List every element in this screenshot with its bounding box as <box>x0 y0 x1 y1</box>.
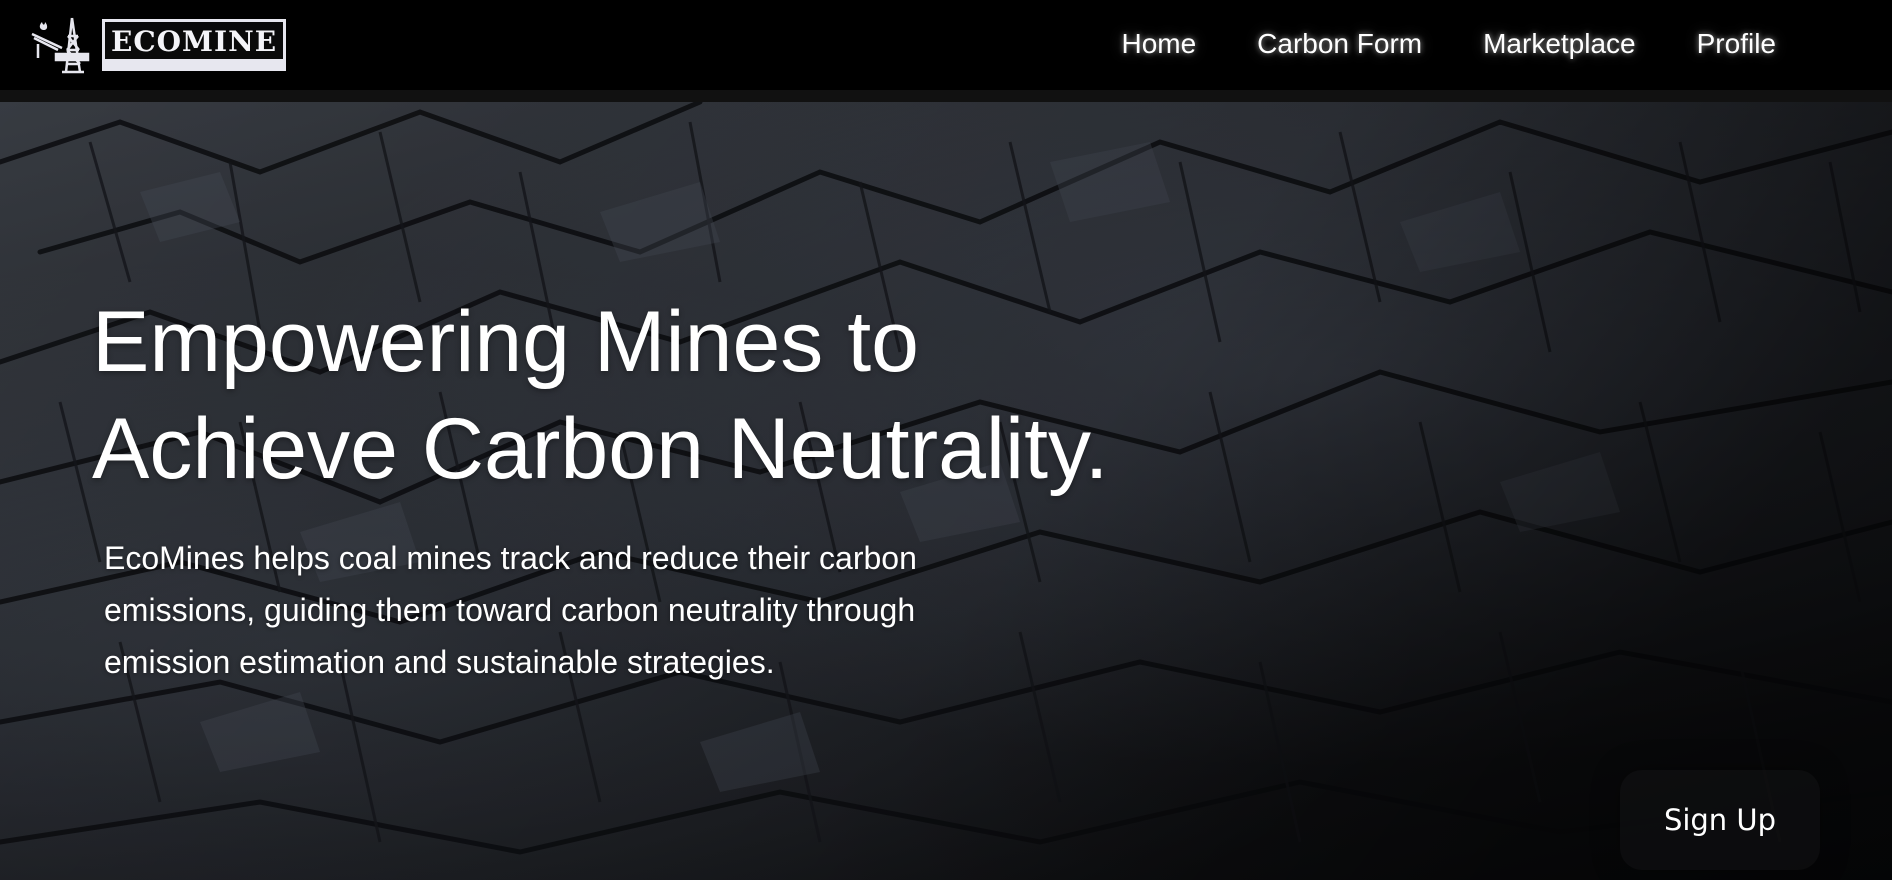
oil-rig-icon <box>31 17 90 74</box>
brand-name: ECOMINE <box>102 19 287 71</box>
nav-home[interactable]: Home <box>1121 24 1196 64</box>
hero-title: Empowering Mines to Achieve Carbon Neutr… <box>92 289 1192 503</box>
hero-title-line-2: Achieve Carbon Neutrality. <box>92 401 1109 497</box>
main-nav: Home Carbon Form Marketplace Profile <box>1121 24 1776 64</box>
nav-carbon-form[interactable]: Carbon Form <box>1257 24 1422 64</box>
hero-title-line-1: Empowering Mines to <box>92 294 919 390</box>
hero-description: EcoMines helps coal mines track and redu… <box>104 540 917 680</box>
brand-logo[interactable]: ECOMINE <box>28 14 287 76</box>
top-navbar: ECOMINE Home Carbon Form Marketplace Pro… <box>0 0 1892 102</box>
sign-up-button[interactable]: Sign Up <box>1620 770 1820 870</box>
nav-profile[interactable]: Profile <box>1697 24 1776 64</box>
hero-section: Empowering Mines to Achieve Carbon Neutr… <box>0 102 1892 880</box>
nav-marketplace[interactable]: Marketplace <box>1483 24 1636 64</box>
